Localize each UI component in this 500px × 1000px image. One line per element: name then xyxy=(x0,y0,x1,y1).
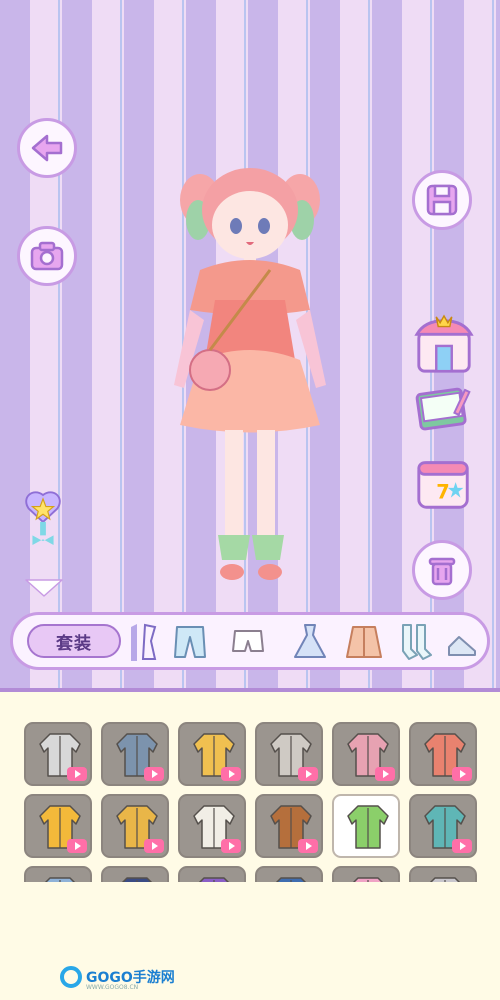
svg-text:7: 7 xyxy=(436,481,449,504)
purple-top-icon xyxy=(198,877,230,882)
save-button[interactable] xyxy=(412,170,472,230)
camera-icon xyxy=(30,241,64,271)
dress-category-icon[interactable] xyxy=(289,621,331,663)
clothing-item[interactable] xyxy=(24,794,92,858)
video-ad-icon xyxy=(298,839,318,853)
clothing-item[interactable] xyxy=(101,866,169,882)
socks-category-icon[interactable] xyxy=(395,621,437,663)
clothing-item[interactable] xyxy=(101,794,169,858)
clothing-item[interactable] xyxy=(178,866,246,882)
calendar-button[interactable]: 7 xyxy=(412,452,476,516)
clothing-item[interactable] xyxy=(255,794,323,858)
gray-jacket-icon xyxy=(429,877,461,882)
video-ad-icon xyxy=(298,767,318,781)
shop-button[interactable] xyxy=(412,312,476,376)
clothing-item[interactable] xyxy=(24,866,92,882)
save-floppy-icon xyxy=(426,184,458,216)
magic-wand-button[interactable] xyxy=(18,488,68,552)
shop-icon xyxy=(414,314,474,373)
clothing-item[interactable] xyxy=(255,722,323,786)
shoes-category-icon[interactable] xyxy=(445,621,479,663)
video-ad-icon xyxy=(144,839,164,853)
clothing-item[interactable] xyxy=(332,722,400,786)
clothing-item[interactable] xyxy=(409,794,477,858)
back-button[interactable] xyxy=(17,118,77,178)
doll-character xyxy=(174,168,326,580)
trash-button[interactable] xyxy=(412,540,472,600)
coat-category-icon[interactable] xyxy=(343,621,385,663)
collapse-arrow-icon[interactable] xyxy=(24,578,64,598)
category-bar: 套装 xyxy=(10,612,490,670)
doll-face xyxy=(212,191,288,259)
pants-category-icon[interactable] xyxy=(169,621,211,663)
video-ad-icon xyxy=(452,839,472,853)
wardrobe-book-button[interactable] xyxy=(412,375,476,439)
clothing-item[interactable] xyxy=(332,866,400,882)
video-ad-icon xyxy=(144,767,164,781)
watermark-url: WWW.GOGO8.CN xyxy=(86,984,139,991)
dress-up-stage: 7 xyxy=(0,0,500,688)
trash-icon xyxy=(428,557,456,586)
panel-divider xyxy=(0,688,500,692)
clothing-item[interactable] xyxy=(178,794,246,858)
back-arrow-icon xyxy=(31,134,63,162)
watermark: GOGO手游网 WWW.GOGO8.CN xyxy=(60,966,175,991)
video-ad-icon xyxy=(221,839,241,853)
video-ad-icon xyxy=(221,767,241,781)
tops-category-icon[interactable] xyxy=(125,621,161,663)
green-jacket-icon xyxy=(347,805,389,849)
video-ad-icon xyxy=(452,767,472,781)
video-ad-icon xyxy=(67,839,87,853)
calendar-icon: 7 xyxy=(417,461,469,509)
clothing-item[interactable] xyxy=(255,866,323,882)
pink-top-icon xyxy=(352,877,384,882)
clothing-grid xyxy=(24,722,484,882)
clothing-item[interactable] xyxy=(24,722,92,786)
clothing-item[interactable] xyxy=(178,722,246,786)
blue-coat-icon xyxy=(275,877,307,882)
video-ad-icon xyxy=(67,767,87,781)
magic-wand-icon xyxy=(25,491,61,545)
blue-hoodie-icon xyxy=(44,877,76,882)
clothing-item[interactable] xyxy=(409,722,477,786)
gogo-logo-icon xyxy=(60,966,82,988)
clothing-item[interactable] xyxy=(409,866,477,882)
shorts-category-icon[interactable] xyxy=(227,621,269,663)
doll-peach-bag xyxy=(189,349,231,391)
outfit-set-tab[interactable]: 套装 xyxy=(27,624,121,658)
book-icon xyxy=(415,387,471,431)
video-ad-icon xyxy=(375,767,395,781)
navy-jacket-icon xyxy=(121,877,153,882)
camera-button[interactable] xyxy=(17,226,77,286)
clothing-item[interactable] xyxy=(101,722,169,786)
clothing-item[interactable] xyxy=(332,794,400,858)
